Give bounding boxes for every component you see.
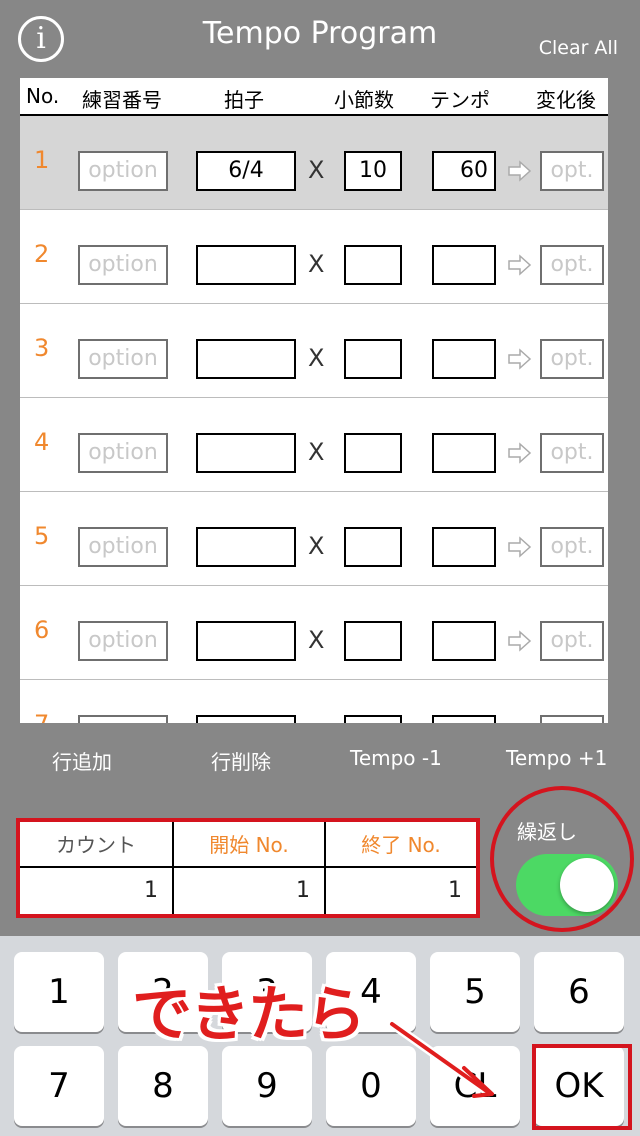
annotation-text: できたら <box>132 980 366 1050</box>
